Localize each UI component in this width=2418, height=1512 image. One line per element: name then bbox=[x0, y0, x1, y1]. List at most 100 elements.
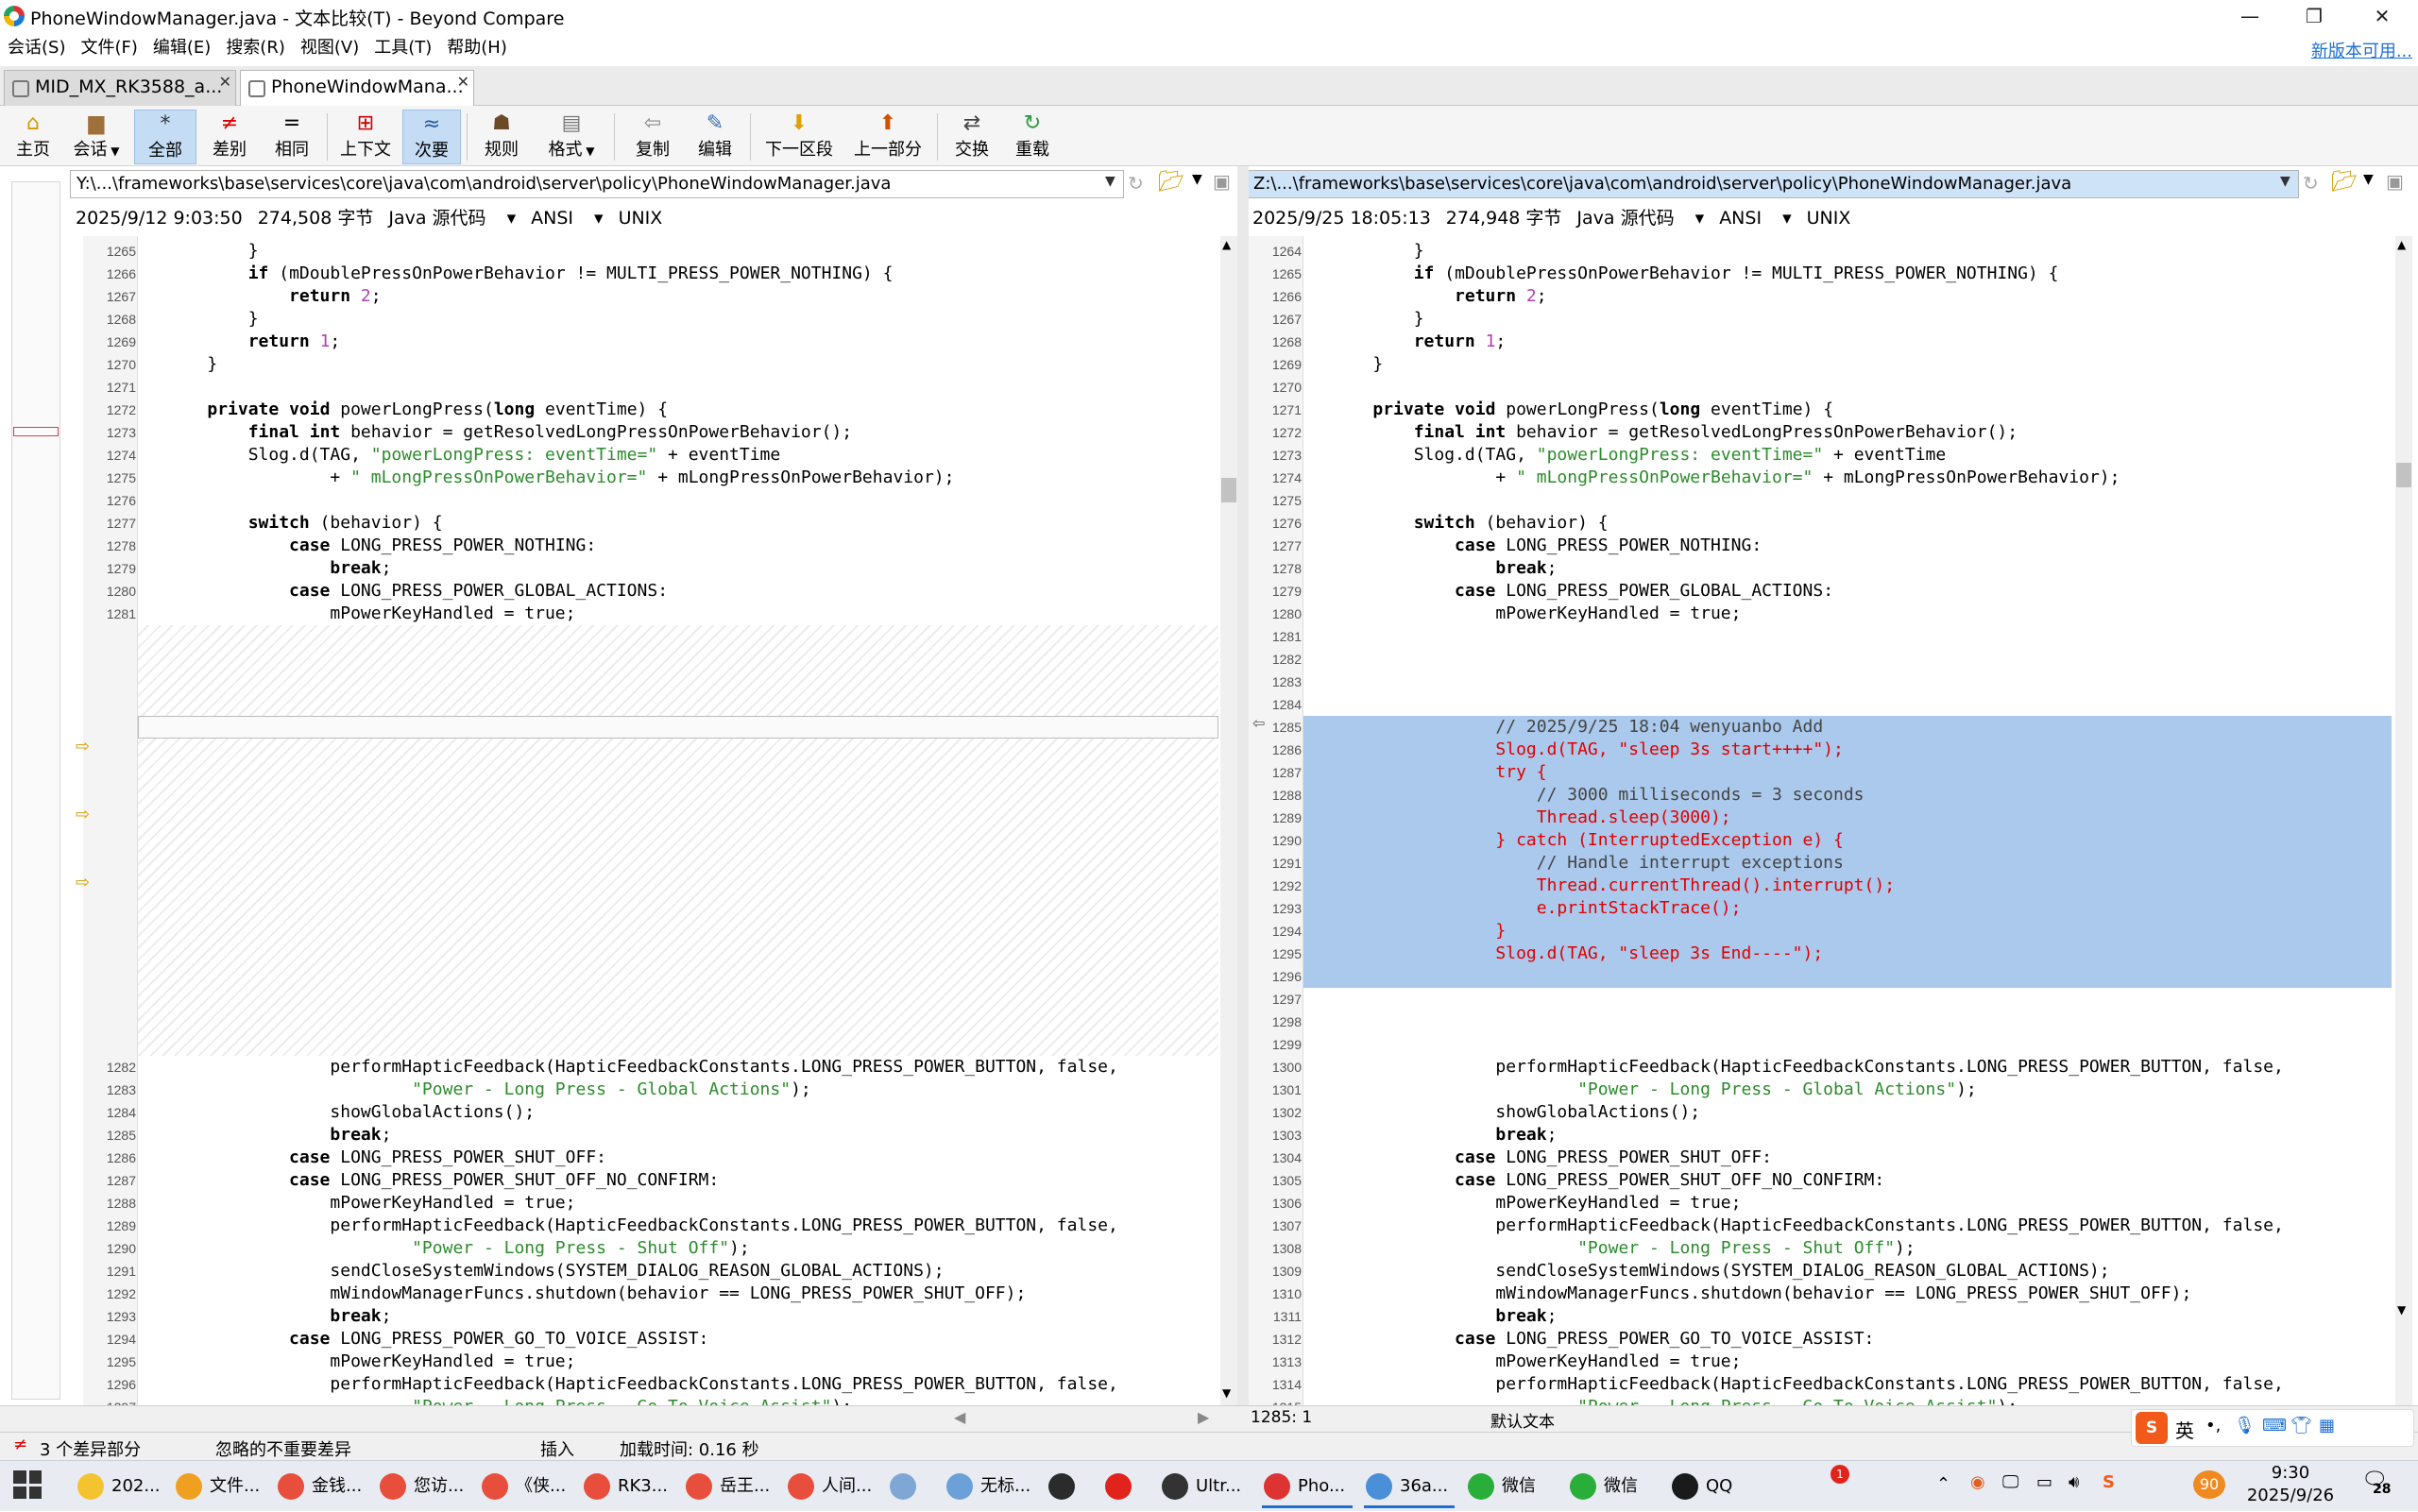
code-line[interactable]: 1291 // Handle interrupt exceptions bbox=[1249, 852, 2392, 875]
code-line[interactable]: 1293 break; bbox=[83, 1305, 1218, 1328]
minimize-button[interactable]: — bbox=[2218, 0, 2282, 32]
code-line[interactable]: 1313 mPowerKeyHandled = true; bbox=[1249, 1351, 2392, 1373]
network-icon[interactable]: 🖵︎ bbox=[2002, 1472, 2018, 1492]
code-line[interactable]: 1298 bbox=[1249, 1011, 2392, 1033]
code-line[interactable]: 1281 bbox=[1249, 625, 2392, 648]
tray-chevron-icon[interactable]: ⌃ bbox=[1936, 1474, 1950, 1494]
left-scrollbar-thumb[interactable] bbox=[1221, 478, 1236, 502]
tab-close-icon[interactable]: ✕ bbox=[219, 73, 231, 91]
close-button[interactable]: ✕ bbox=[2350, 0, 2414, 32]
tray-app-icon[interactable]: ◉ bbox=[1970, 1472, 1985, 1492]
copy-right-arrow-icon[interactable]: ⇨ bbox=[76, 805, 90, 824]
battery-icon[interactable]: ▭ bbox=[2036, 1472, 2052, 1492]
right-path-input[interactable]: Z:\...\frameworks\base\services\core\jav… bbox=[1247, 170, 2299, 198]
scroll-up-icon[interactable]: ▲ bbox=[1222, 238, 1231, 251]
swap-button[interactable]: ⇄ 交换 bbox=[945, 110, 999, 164]
left-file-encoding[interactable]: ANSI ▾ bbox=[531, 208, 603, 229]
code-line[interactable]: 1278 break; bbox=[1249, 557, 2392, 580]
code-line[interactable]: 1295 Slog.d(TAG, "sleep 3s End----"); bbox=[1249, 943, 2392, 965]
code-line[interactable]: 1279 break; bbox=[83, 557, 1218, 580]
right-scrollbar[interactable]: ▲ ▼ bbox=[2395, 236, 2412, 1405]
code-line[interactable]: 1287 try { bbox=[1249, 761, 2392, 784]
save-icon[interactable]: ▣ bbox=[2386, 170, 2404, 193]
code-line[interactable]: 1309 sendCloseSystemWindows(SYSTEM_DIALO… bbox=[1249, 1260, 2392, 1283]
menu-view[interactable]: 视图(V) bbox=[293, 32, 366, 64]
taskbar-item[interactable]: QQ bbox=[1664, 1465, 1759, 1508]
toolbox-icon[interactable]: ▦ bbox=[2319, 1416, 2335, 1436]
code-line[interactable]: 1292 mWindowManagerFuncs.shutdown(behavi… bbox=[83, 1283, 1218, 1305]
code-line[interactable]: 1306 mPowerKeyHandled = true; bbox=[1249, 1192, 2392, 1215]
microphone-icon[interactable]: 🎙︎ bbox=[2234, 1416, 2256, 1436]
code-line[interactable]: 1277 switch (behavior) { bbox=[83, 512, 1218, 535]
code-line[interactable]: 1287 case LONG_PRESS_POWER_SHUT_OFF_NO_C… bbox=[83, 1169, 1218, 1192]
code-line[interactable]: 1266 return 2; bbox=[1249, 285, 2392, 308]
code-line[interactable]: 1311 break; bbox=[1249, 1305, 2392, 1328]
code-line[interactable]: 1289 performHapticFeedback(HapticFeedbac… bbox=[83, 1215, 1218, 1237]
code-line[interactable]: 1274 Slog.d(TAG, "powerLongPress: eventT… bbox=[83, 444, 1218, 467]
code-line[interactable]: 1283 "Power - Long Press - Global Action… bbox=[83, 1079, 1218, 1101]
code-line[interactable]: 1264 } bbox=[1249, 240, 2392, 263]
windows-start-icon[interactable] bbox=[13, 1470, 42, 1499]
code-line[interactable]: 1270 } bbox=[83, 353, 1218, 376]
code-line[interactable]: 1274 + " mLongPressOnPowerBehavior=" + m… bbox=[1249, 467, 2392, 489]
history-icon[interactable]: ↻ bbox=[2303, 172, 2319, 195]
taskbar-item[interactable]: 无标... bbox=[939, 1465, 1041, 1508]
left-path-input[interactable]: Y:\...\frameworks\base\services\core\jav… bbox=[70, 170, 1124, 198]
menu-search[interactable]: 搜索(R) bbox=[218, 32, 293, 64]
taskbar-item[interactable]: 微信 bbox=[1562, 1465, 1664, 1508]
code-line[interactable]: 1303 break; bbox=[1249, 1124, 2392, 1147]
code-line[interactable]: 1314 performHapticFeedback(HapticFeedbac… bbox=[1249, 1373, 2392, 1396]
code-line[interactable]: 1275 + " mLongPressOnPowerBehavior=" + m… bbox=[83, 467, 1218, 489]
code-line[interactable]: 1285 break; bbox=[83, 1124, 1218, 1147]
prev-section-button[interactable]: ⬆ 上一部分 bbox=[844, 110, 931, 164]
code-line[interactable]: 1300 performHapticFeedback(HapticFeedbac… bbox=[1249, 1056, 2392, 1079]
code-line[interactable]: 1308 "Power - Long Press - Shut Off"); bbox=[1249, 1237, 2392, 1260]
code-line[interactable]: 1266 if (mDoublePressOnPowerBehavior != … bbox=[83, 263, 1218, 285]
taskbar-item[interactable]: RK3... bbox=[576, 1465, 678, 1508]
code-line[interactable]: 1284 bbox=[1249, 693, 2392, 716]
code-line[interactable]: 1304 case LONG_PRESS_POWER_SHUT_OFF: bbox=[1249, 1147, 2392, 1169]
code-line[interactable]: 1284 showGlobalActions(); bbox=[83, 1101, 1218, 1124]
code-line[interactable]: 1273 final int behavior = getResolvedLon… bbox=[83, 421, 1218, 444]
menu-help[interactable]: 帮助(H) bbox=[439, 32, 515, 64]
tab-text-compare[interactable]: PhoneWindowMana... ✕ bbox=[240, 70, 474, 107]
pane-splitter[interactable] bbox=[1237, 166, 1249, 1405]
code-line[interactable]: 1285 // 2025/9/25 18:04 wenyuanbo Add bbox=[1249, 716, 2392, 739]
code-line[interactable]: 1302 showGlobalActions(); bbox=[1249, 1101, 2392, 1124]
right-file-encoding[interactable]: ANSI ▾ bbox=[1719, 208, 1791, 229]
code-line[interactable]: 1280 case LONG_PRESS_POWER_GLOBAL_ACTION… bbox=[83, 580, 1218, 603]
code-line[interactable]: 1286 case LONG_PRESS_POWER_SHUT_OFF: bbox=[83, 1147, 1218, 1169]
right-code-pane[interactable]: 1264 } 1265 if (mDoublePressOnPowerBehavi… bbox=[1249, 236, 2392, 1405]
code-line[interactable]: 1275 bbox=[1249, 489, 2392, 512]
code-line[interactable]: 1290 } catch (InterruptedException e) { bbox=[1249, 829, 2392, 852]
taskbar-item[interactable]: 36a... bbox=[1358, 1465, 1460, 1508]
save-icon[interactable]: ▣ bbox=[1213, 170, 1231, 193]
open-folder-icon[interactable]: 📂︎ bbox=[1158, 170, 1184, 194]
code-line[interactable]: 1272 final int behavior = getResolvedLon… bbox=[1249, 421, 2392, 444]
open-folder-icon[interactable]: 📂︎ bbox=[2331, 170, 2358, 194]
code-line[interactable]: 1271 private void powerLongPress(long ev… bbox=[1249, 399, 2392, 421]
scroll-down-icon[interactable]: ▼ bbox=[1222, 1386, 1231, 1400]
code-line[interactable]: 1273 Slog.d(TAG, "powerLongPress: eventT… bbox=[1249, 444, 2392, 467]
code-line[interactable]: 1271 bbox=[83, 376, 1218, 399]
show-same-button[interactable]: = 相同 bbox=[263, 110, 321, 164]
sogou-ime-icon[interactable]: S bbox=[2136, 1412, 2168, 1444]
code-line[interactable]: 1279 case LONG_PRESS_POWER_GLOBAL_ACTION… bbox=[1249, 580, 2392, 603]
session-button[interactable]: ▆ 会话 ▼ bbox=[64, 110, 128, 164]
code-line[interactable]: 1276 switch (behavior) { bbox=[1249, 512, 2392, 535]
code-line[interactable]: 1270 bbox=[1249, 376, 2392, 399]
copy-button[interactable]: ⇦ 复制 bbox=[623, 110, 682, 164]
code-line[interactable]: 1281 mPowerKeyHandled = true; bbox=[83, 603, 1218, 625]
code-line[interactable]: 1299 bbox=[1249, 1033, 2392, 1056]
context-button[interactable]: ⊞ 上下文 bbox=[332, 110, 399, 164]
code-line[interactable]: 1282 performHapticFeedback(HapticFeedbac… bbox=[83, 1056, 1218, 1079]
ime-punct-icon[interactable]: •, bbox=[2205, 1416, 2221, 1436]
code-line[interactable]: 1296 performHapticFeedback(HapticFeedbac… bbox=[83, 1373, 1218, 1396]
hscroll-right-icon[interactable]: ▶ bbox=[1198, 1408, 1209, 1426]
code-line[interactable]: 1307 performHapticFeedback(HapticFeedbac… bbox=[1249, 1215, 2392, 1237]
code-line[interactable]: 1310 mWindowManagerFuncs.shutdown(behavi… bbox=[1249, 1283, 2392, 1305]
copy-right-arrow-icon[interactable]: ⇨ bbox=[76, 737, 90, 756]
code-line[interactable]: 1288 // 3000 milliseconds = 3 seconds bbox=[1249, 784, 2392, 807]
history-icon[interactable]: ↻ bbox=[1128, 172, 1144, 195]
skin-icon[interactable]: 👕︎ bbox=[2290, 1416, 2312, 1436]
